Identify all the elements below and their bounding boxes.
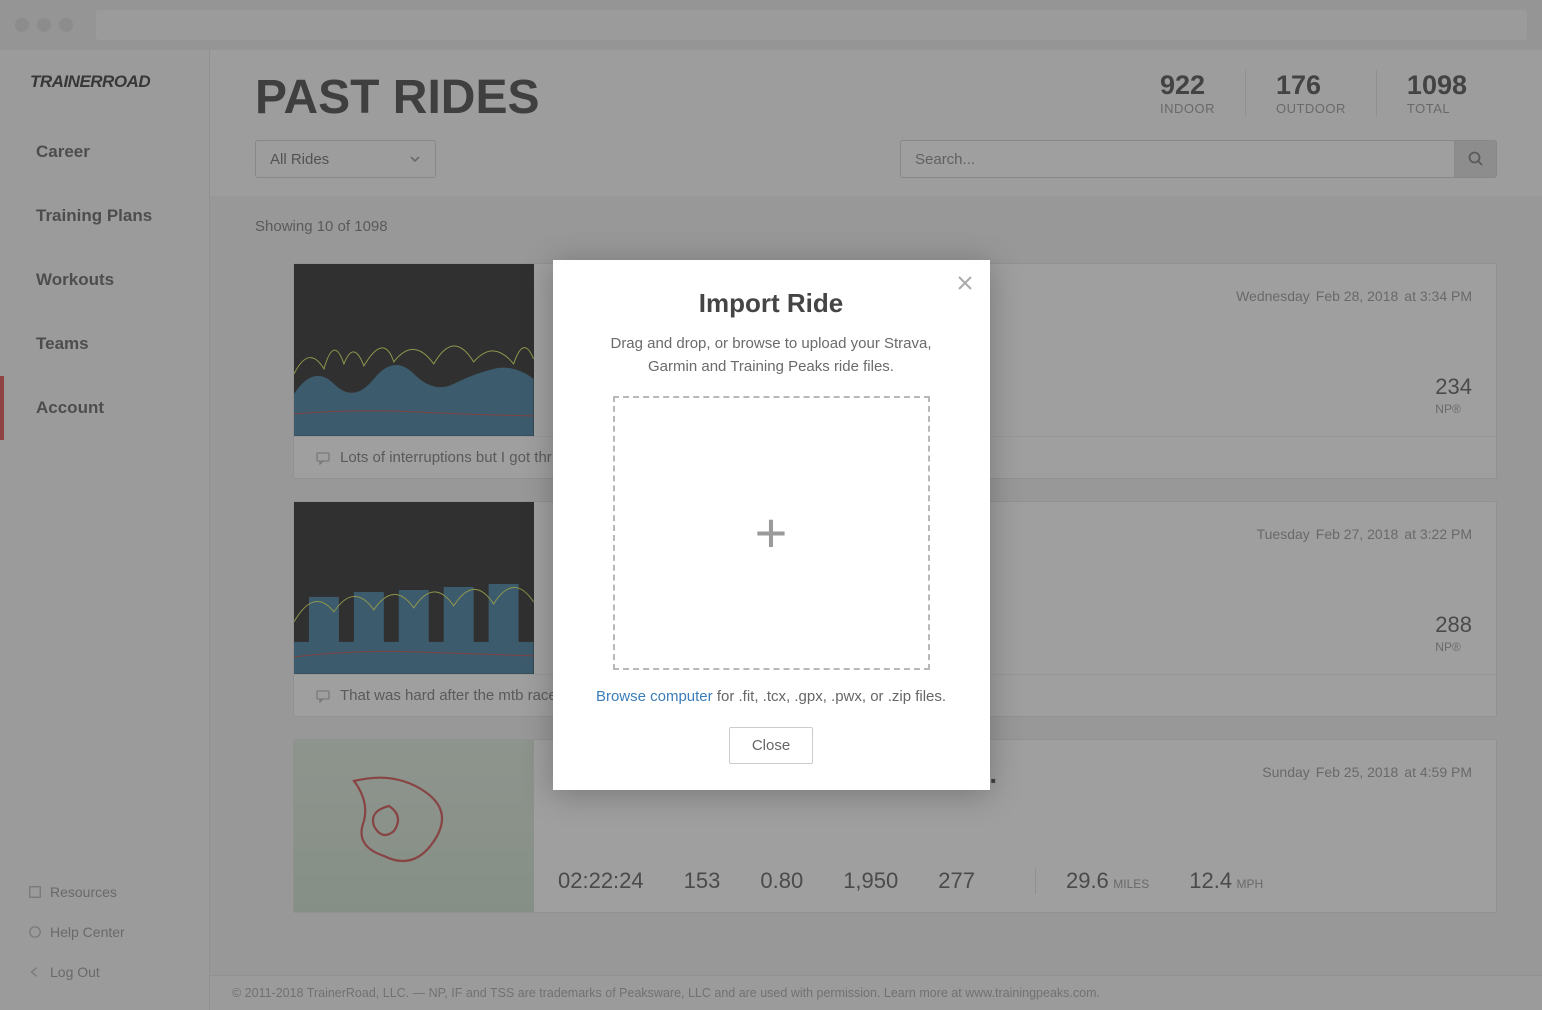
close-icon — [956, 274, 974, 292]
modal-close-button[interactable] — [956, 274, 974, 297]
close-button[interactable]: Close — [729, 727, 813, 764]
file-dropzone[interactable]: + — [613, 396, 930, 670]
browse-line: Browse computer for .fit, .tcx, .gpx, .p… — [575, 688, 968, 705]
browse-computer-link[interactable]: Browse computer — [596, 688, 713, 705]
modal-overlay[interactable]: Import Ride Drag and drop, or browse to … — [0, 0, 1542, 1010]
modal-subtitle: Drag and drop, or browse to upload your … — [603, 333, 940, 378]
browse-suffix: for .fit, .tcx, .gpx, .pwx, or .zip file… — [713, 688, 946, 705]
modal-title: Import Ride — [575, 288, 968, 319]
import-ride-modal: Import Ride Drag and drop, or browse to … — [553, 260, 990, 790]
plus-icon: + — [755, 505, 788, 561]
